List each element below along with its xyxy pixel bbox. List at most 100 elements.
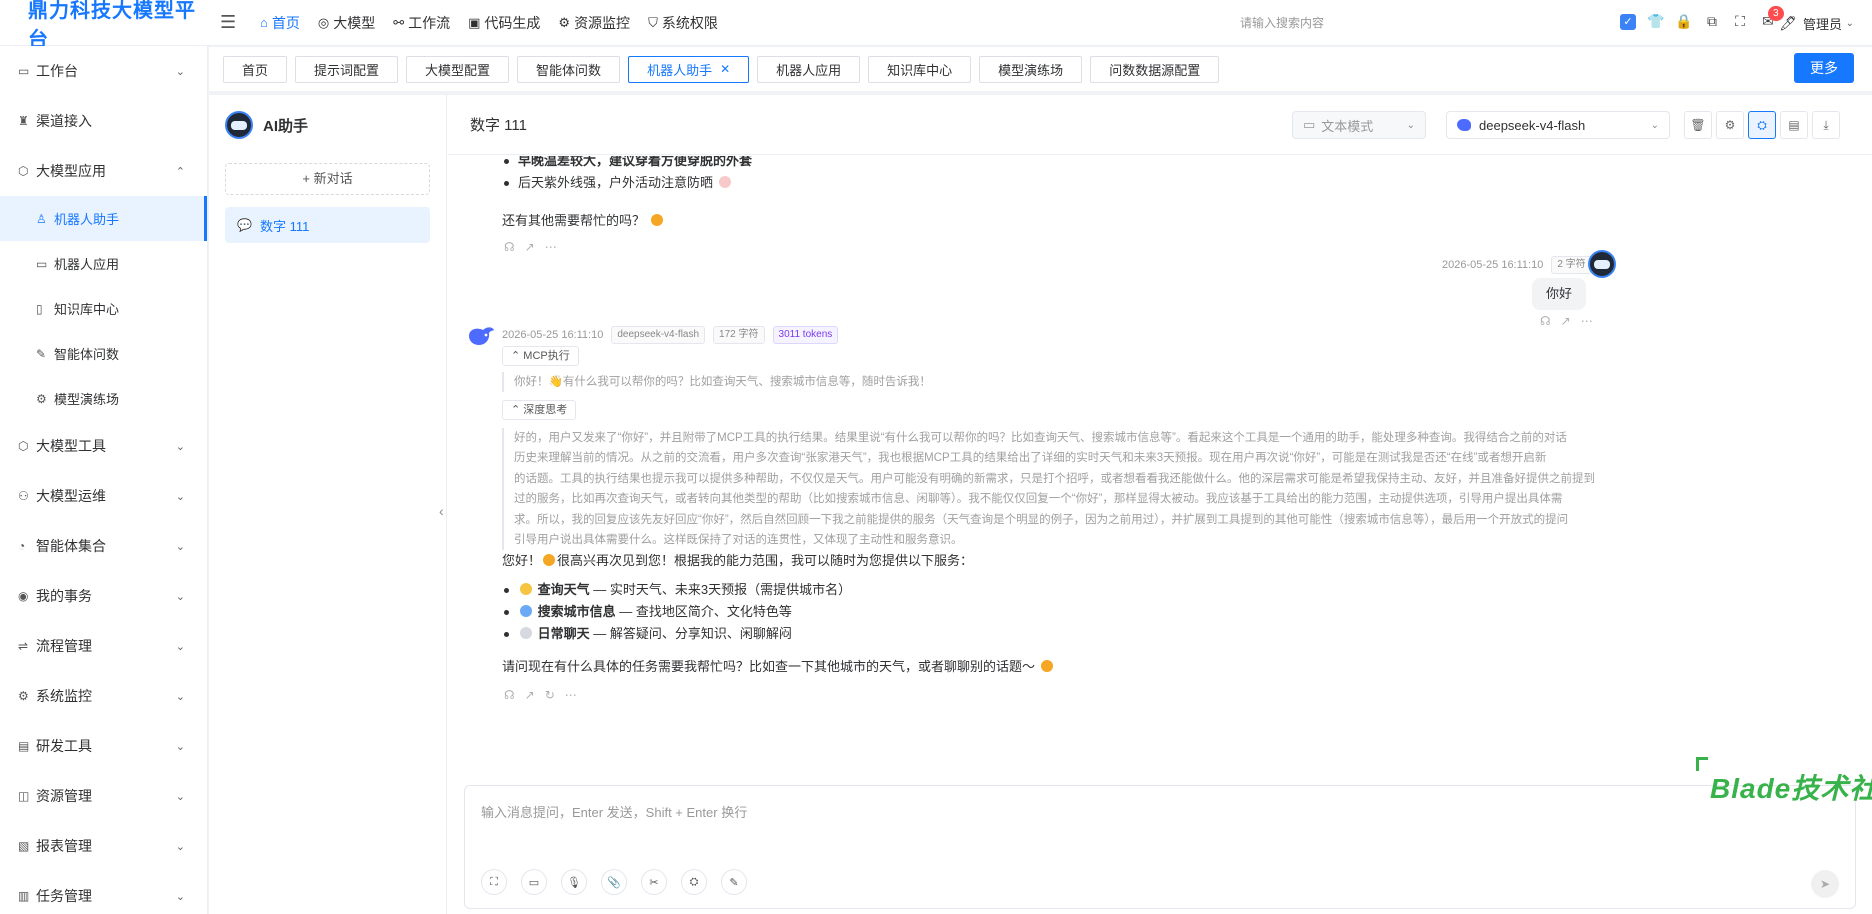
scissors-icon[interactable]: ✂: [641, 869, 667, 895]
model-select[interactable]: deepseek-v4-flash ⌄: [1446, 111, 1670, 139]
language-icon[interactable]: ⧉: [1698, 13, 1726, 30]
user-message-bubble: 你好: [1532, 278, 1587, 310]
mcp-icon[interactable]: ⛭: [1748, 111, 1776, 139]
pen-icon[interactable]: ✎: [721, 869, 747, 895]
attachment-icon[interactable]: 📎: [601, 869, 627, 895]
sidebar-item-reports[interactable]: ▧ 报表管理 ⌄: [0, 821, 207, 871]
tab-robot-app[interactable]: 机器人应用: [757, 55, 861, 83]
lock-icon[interactable]: 🔒: [1670, 13, 1698, 30]
sidebar-item-flow[interactable]: ⇌ 流程管理 ⌄: [0, 621, 207, 671]
tab-home[interactable]: 首页: [223, 55, 288, 83]
chevron-up-icon: ⌃: [511, 350, 521, 362]
headset-icon[interactable]: ☊: [504, 688, 525, 702]
mcp-toggle-button[interactable]: ⌃ MCP执行: [502, 346, 579, 366]
close-icon[interactable]: ✕: [720, 62, 730, 76]
sidebar-item-agents[interactable]: ◔ 智能体集合 ⌄: [0, 521, 207, 571]
user-menu[interactable]: 🖊 管理员 ⌄: [1779, 14, 1854, 33]
sidebar-item-robot-assistant[interactable]: ♙ 机器人助手: [0, 196, 207, 241]
more-button[interactable]: 更多: [1794, 53, 1854, 83]
sidebar-item-knowledge[interactable]: ▯ 知识库中心: [0, 286, 207, 331]
more-icon[interactable]: ⋯: [565, 688, 587, 702]
sidebar-item-playground[interactable]: ⚙ 模型演练场: [0, 376, 207, 421]
plugin-icon[interactable]: ⛭: [681, 869, 707, 895]
sidebar-item-devtools[interactable]: ▤ 研发工具 ⌄: [0, 721, 207, 771]
headset-icon[interactable]: ☊: [1540, 314, 1561, 328]
sidebar-item-my-tasks[interactable]: ◉ 我的事务 ⌄: [0, 571, 207, 621]
nav-monitor[interactable]: ⚙ 资源监控: [558, 13, 630, 33]
chat-header-actions: 🗑 ⚙ ⛭ ▤ ⤓: [1684, 111, 1844, 139]
menu-toggle-icon[interactable]: ☰: [220, 12, 248, 33]
watermark-text: Blade技术社区: [1710, 773, 1872, 804]
tokens-tag: 3011 tokens: [772, 326, 839, 344]
share-icon[interactable]: ↗: [525, 240, 545, 254]
chevron-up-icon: ⌃: [511, 404, 521, 416]
workflow-icon: ⚯: [393, 14, 405, 30]
microphone-icon[interactable]: 🎙: [561, 869, 587, 895]
tab-agent-query[interactable]: 智能体问数: [517, 55, 621, 83]
sidebar-item-resources[interactable]: ◫ 资源管理 ⌄: [0, 771, 207, 821]
assistant-header: AI助手: [209, 95, 446, 155]
chevron-down-icon: ⌄: [1650, 119, 1659, 131]
prev-bullet-list: 早晚温差较大，建议穿着方便穿脱的外套 后天紫外线强，户外活动注意防晒: [502, 156, 752, 194]
fullscreen-icon[interactable]: ⛶: [1726, 13, 1754, 30]
settings-icon[interactable]: ⚙: [1716, 111, 1744, 139]
sidebar-item-workbench[interactable]: ▭ 工作台 ⌄: [0, 46, 207, 96]
nav-home[interactable]: ⌂ 首页: [260, 13, 300, 33]
monitor-icon: ▭: [18, 64, 30, 78]
prev-closing: 还有其他需要帮忙的吗？: [502, 210, 665, 232]
tab-robot-assistant[interactable]: 机器人助手 ✕: [628, 55, 750, 83]
notification-icon[interactable]: ✉ 3: [1754, 5, 1784, 30]
top-nav: ⌂ 首页 ◎ 大模型 ⚯ 工作流 ▣ 代码生成 ⚙ 资源监控 ⛉ 系统权限: [260, 13, 736, 33]
global-search[interactable]: 请输入搜索内容: [1240, 14, 1324, 31]
collapse-icon[interactable]: ‹: [439, 503, 444, 519]
nav-codegen[interactable]: ▣ 代码生成: [468, 13, 540, 33]
tab-knowledge[interactable]: 知识库中心: [868, 55, 972, 83]
sidebar-item-jobs[interactable]: ▥ 任务管理 ⌄: [0, 871, 207, 914]
tab-datasource[interactable]: 问数数据源配置: [1090, 55, 1220, 83]
mode-select[interactable]: ▭ 文本模式 ⌄: [1292, 111, 1426, 139]
sidebar-item-channel[interactable]: ♜ 渠道接入: [0, 96, 207, 146]
expand-icon[interactable]: ⛶: [481, 869, 507, 895]
deepseek-avatar-icon: [469, 327, 494, 345]
ops-icon: ⚇: [18, 489, 29, 503]
more-icon[interactable]: ⋯: [545, 240, 567, 254]
sidebar-item-llm-ops[interactable]: ⚇ 大模型运维 ⌄: [0, 471, 207, 521]
assistant-title: AI助手: [263, 117, 309, 135]
think-toggle-button[interactable]: ⌃ 深度思考: [502, 400, 577, 420]
conversation-item[interactable]: 💬 数字 111: [225, 207, 430, 243]
resource-icon: ◫: [18, 789, 30, 803]
new-conversation-button[interactable]: + 新对话: [225, 163, 430, 195]
delete-icon[interactable]: 🗑: [1684, 111, 1712, 139]
list-item: 搜索城市信息 — 查找地区简介、文化特色等: [502, 601, 851, 623]
share-icon[interactable]: ↗: [1561, 314, 1581, 328]
tab-playground[interactable]: 模型演练场: [979, 55, 1083, 83]
cube-icon: ⬡: [18, 164, 29, 178]
document-icon[interactable]: ▤: [1780, 111, 1808, 139]
sidebar-item-llm-apps[interactable]: ⬡ 大模型应用 ⌃: [0, 146, 207, 196]
tab-prompt-config[interactable]: 提示词配置: [295, 55, 399, 83]
check-icon[interactable]: ✓: [1614, 12, 1642, 30]
brand-title[interactable]: 鼎力科技大模型平台: [0, 0, 214, 52]
conversation-list: AI助手 + 新对话 💬 数字 111 ‹: [209, 95, 447, 914]
smile-emoji-icon: [650, 214, 663, 226]
share-icon[interactable]: ↗: [525, 688, 545, 702]
download-icon[interactable]: ⤓: [1812, 111, 1840, 139]
message-input[interactable]: 输入消息提问，Enter 发送，Shift + Enter 换行: [481, 802, 747, 821]
sidebar-item-llm-tools[interactable]: ⬡ 大模型工具 ⌄: [0, 421, 207, 471]
user-avatar-icon: 🖊: [1779, 15, 1797, 31]
sidebar-item-sys-monitor[interactable]: ⚙ 系统监控 ⌄: [0, 671, 207, 721]
send-button[interactable]: ➤: [1811, 870, 1839, 898]
sidebar-item-robot-app[interactable]: ▭ 机器人应用: [0, 241, 207, 286]
chat-icon[interactable]: ▭: [521, 869, 547, 895]
nav-workflow[interactable]: ⚯ 工作流: [393, 13, 450, 33]
chevron-down-icon: ⌄: [175, 740, 185, 753]
theme-icon[interactable]: 👕: [1642, 13, 1670, 30]
nav-model[interactable]: ◎ 大模型: [318, 13, 375, 33]
smile-emoji-icon: [1040, 660, 1053, 672]
headset-icon[interactable]: ☊: [504, 240, 525, 254]
refresh-icon[interactable]: ↻: [545, 688, 565, 702]
sidebar-item-agent-query[interactable]: ✎ 智能体问数: [0, 331, 207, 376]
nav-permission[interactable]: ⛉ 系统权限: [648, 13, 718, 33]
more-icon[interactable]: ⋯: [1581, 314, 1603, 328]
tab-model-config[interactable]: 大模型配置: [406, 55, 510, 83]
